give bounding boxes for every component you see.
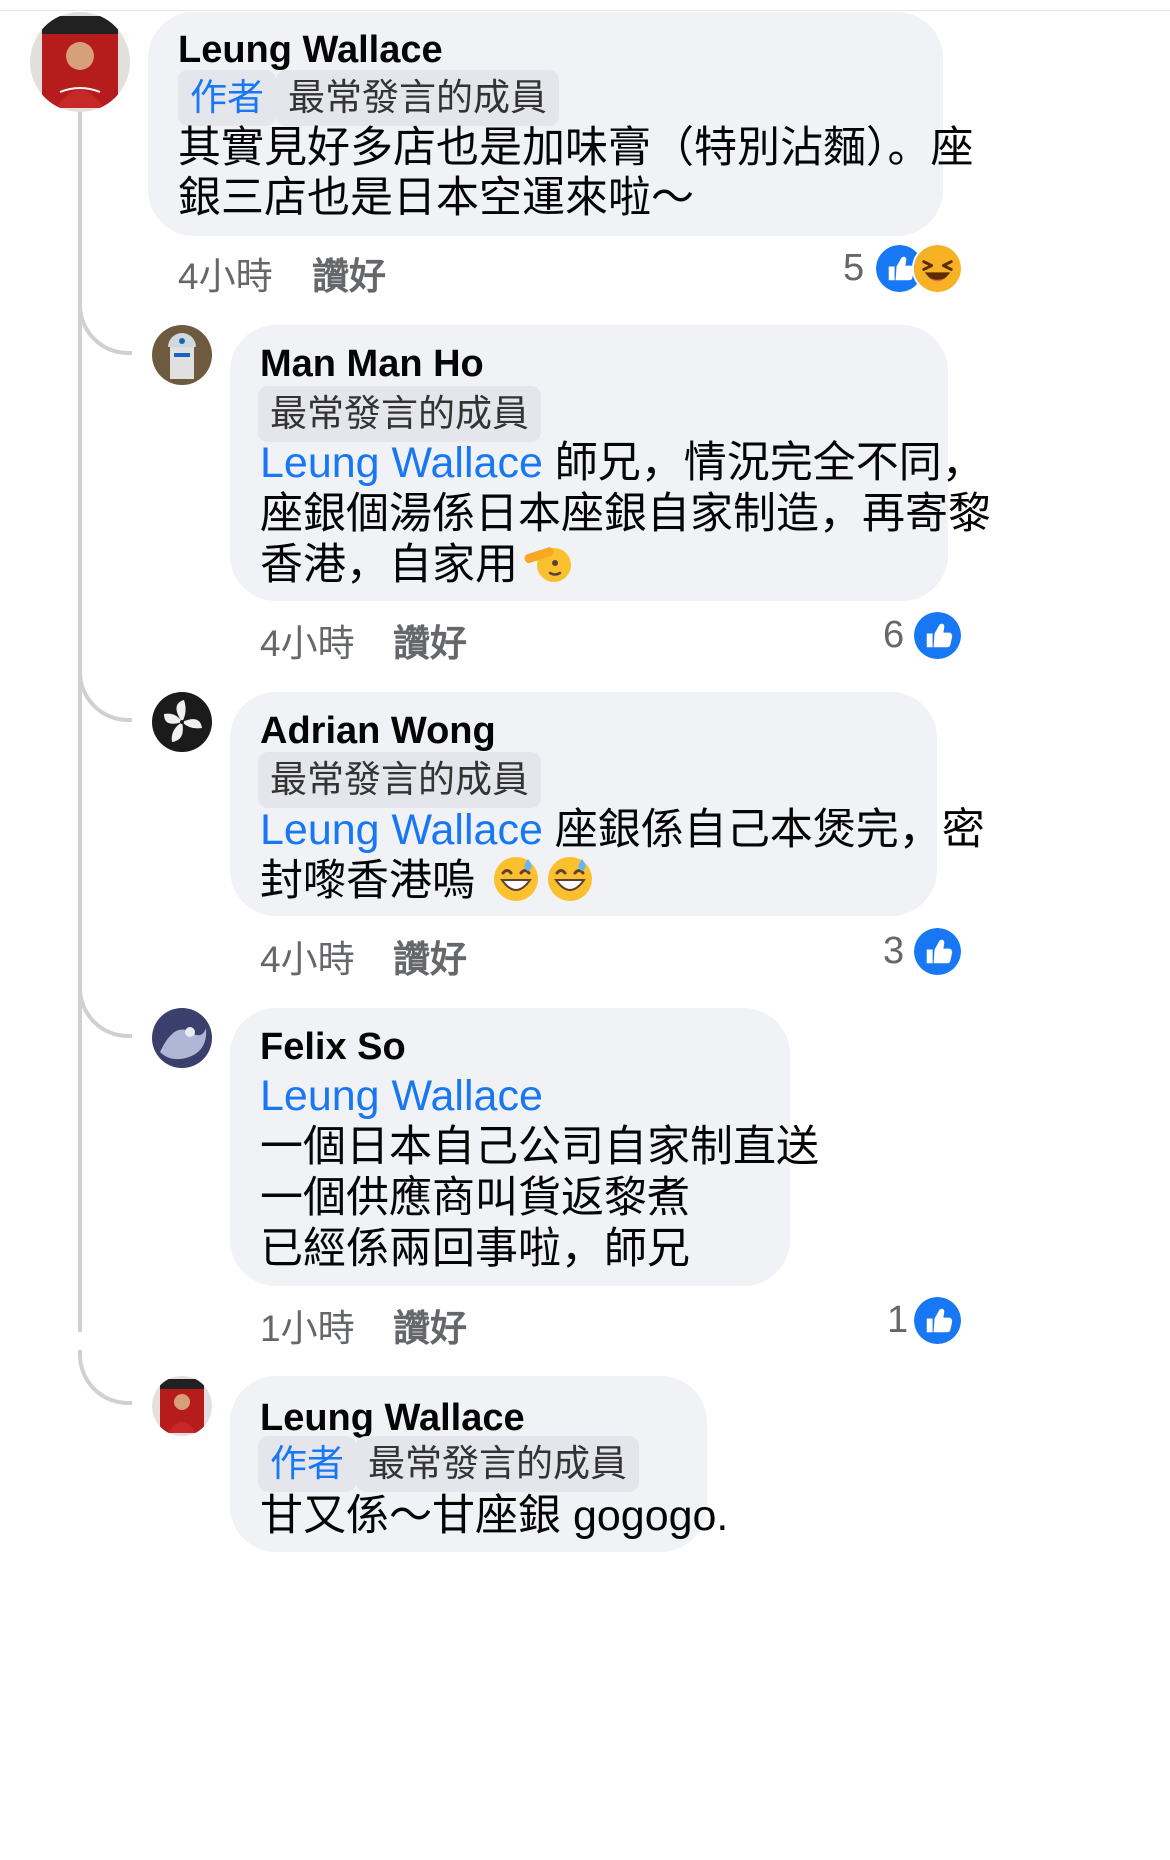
avatar[interactable] [152,325,212,385]
top-contributor-badge: 最常發言的成員 [356,1436,639,1492]
author-badge: 作者 [258,1436,356,1492]
reaction-count[interactable]: 5 [843,247,864,290]
reaction-count[interactable]: 1 [887,1299,908,1342]
thread-connector [78,1350,132,1405]
reaction-count[interactable]: 6 [883,614,904,657]
saluting-face-emoji-icon [522,537,572,587]
comment-author[interactable]: Leung Wallace [260,1396,525,1440]
thread-connector [78,667,132,722]
comment-timestamp[interactable]: 4小時 [178,246,273,300]
grinning-sweat-emoji-icon [491,853,541,903]
comment-text: 封嚟香港嗚 [260,851,595,911]
comment-timestamp[interactable]: 1小時 [260,1298,355,1352]
reaction-count[interactable]: 3 [883,930,904,973]
avatar[interactable] [30,12,130,112]
like-reaction-icon[interactable] [912,1295,963,1346]
thread-connector [78,983,132,1038]
mention-link[interactable]: Leung Wallace [260,806,543,854]
like-button[interactable]: 讚好 [393,1298,467,1352]
comment-text: 香港，自家用 [260,535,572,595]
comment-author[interactable]: Leung Wallace [178,28,443,72]
avatar[interactable] [152,692,212,752]
comment-text: 已經係兩回事啦，師兄 [260,1225,690,1273]
thread-line [78,112,82,1332]
comment-text: 銀三店也是日本空運來啦～ [178,174,694,222]
like-reaction-icon[interactable] [912,610,963,661]
comment-author[interactable]: Adrian Wong [260,709,496,753]
comment-author[interactable]: Man Man Ho [260,342,484,386]
like-reaction-icon[interactable] [912,926,963,977]
comment-timestamp[interactable]: 4小時 [260,613,355,667]
like-button[interactable]: 讚好 [312,246,386,300]
avatar[interactable] [152,1376,212,1436]
grinning-sweat-emoji-icon [545,853,595,903]
top-divider [0,10,1170,11]
comment-timestamp[interactable]: 4小時 [260,929,355,983]
like-button[interactable]: 讚好 [393,613,467,667]
like-button[interactable]: 讚好 [393,929,467,983]
comment-author[interactable]: Felix So [260,1025,406,1069]
haha-reaction-icon[interactable] [912,243,963,294]
thread-connector [78,300,132,355]
avatar[interactable] [152,1008,212,1068]
mention-link[interactable]: Leung Wallace [260,439,543,487]
comment-text: 甘又係～甘座銀 gogogo. [260,1492,729,1540]
